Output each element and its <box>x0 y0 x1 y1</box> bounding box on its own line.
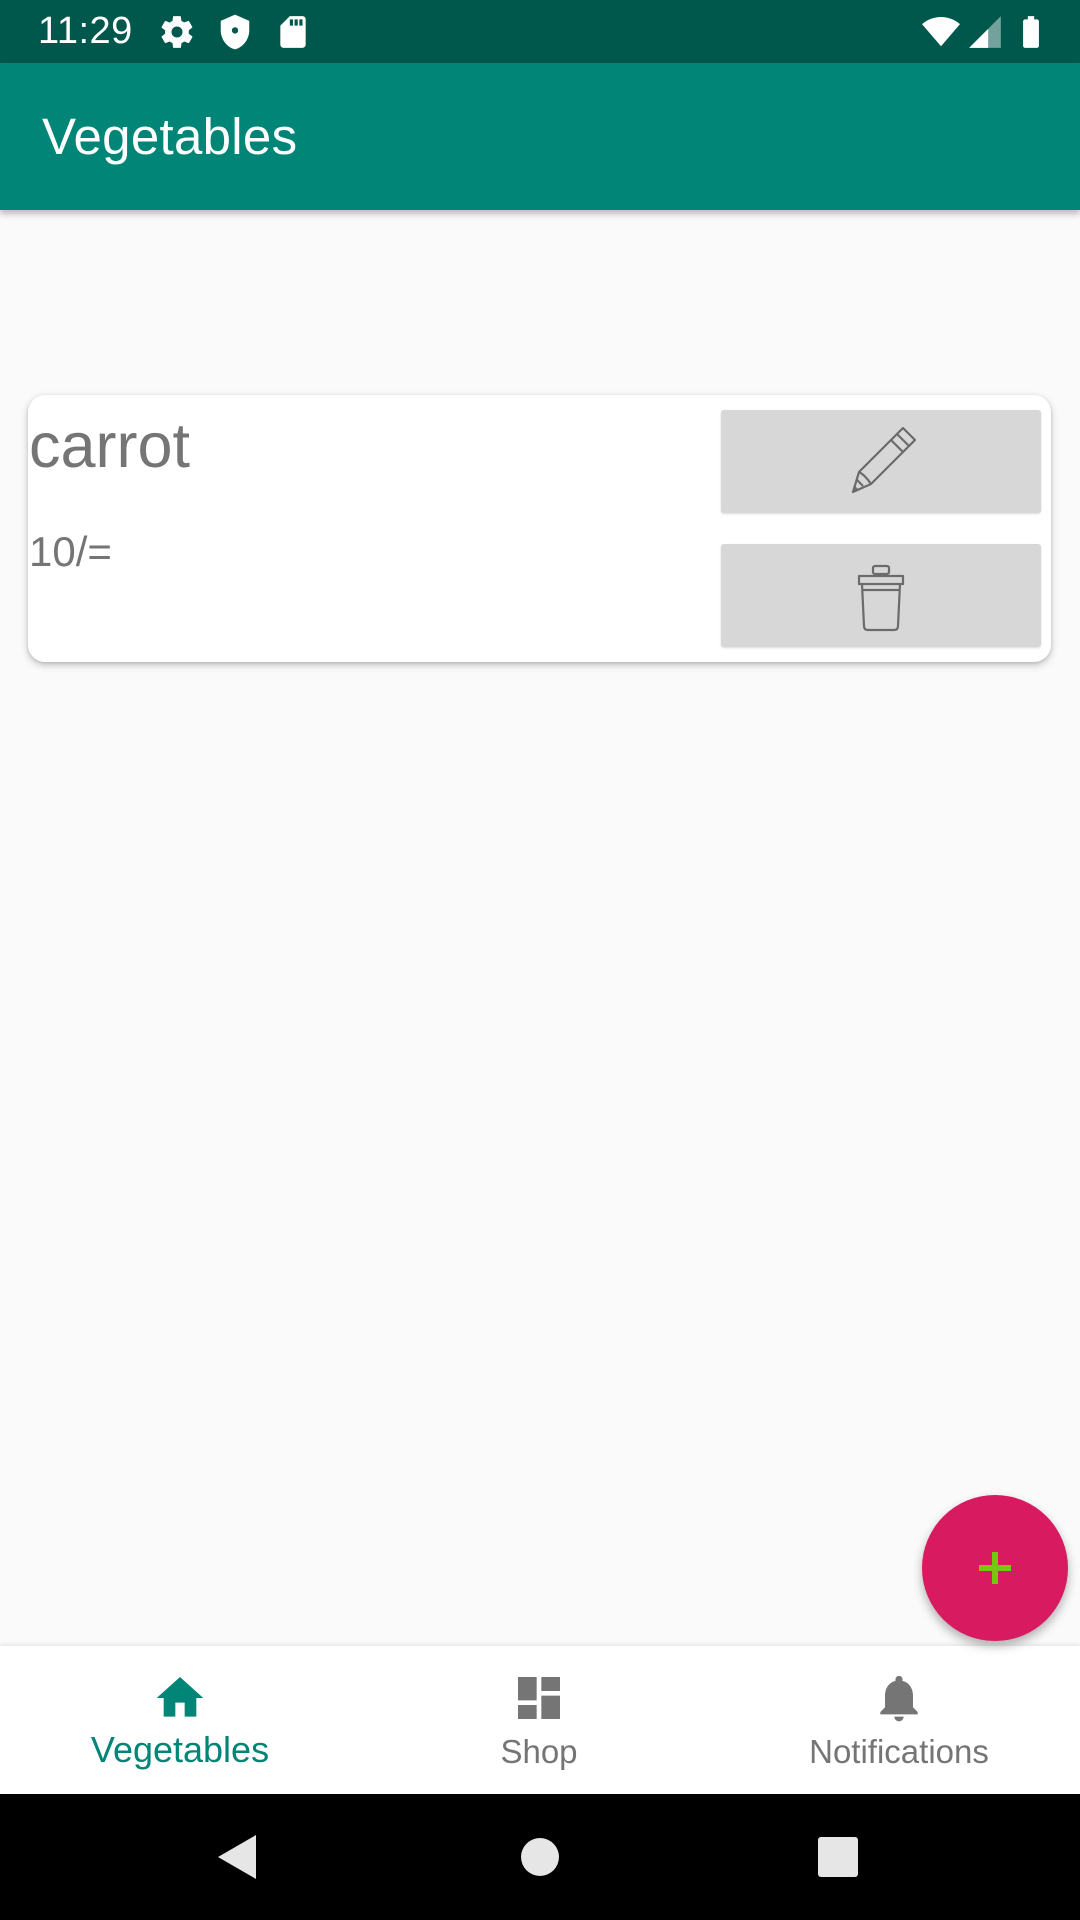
recents-icon[interactable] <box>808 1827 868 1887</box>
screen: 11:29 Vegetables carrot 10/= Vegetables … <box>0 0 1080 1920</box>
status-time: 11:29 <box>38 10 133 52</box>
vegetable-card: carrot 10/= <box>28 395 1051 662</box>
app-bar: Vegetables <box>0 63 1080 210</box>
system-navigation-bar <box>0 1794 1080 1920</box>
item-name: carrot <box>29 411 191 481</box>
plus-icon <box>975 1548 1015 1588</box>
wifi-icon <box>922 13 960 51</box>
nav-item-vegetables[interactable]: Vegetables <box>0 1646 360 1794</box>
signal-icon <box>966 13 1004 51</box>
trash-icon <box>851 556 911 636</box>
add-vegetable-button[interactable] <box>922 1495 1068 1641</box>
home-icon <box>152 1670 208 1726</box>
nav-label-notifications: Notifications <box>809 1733 989 1770</box>
nav-item-shop[interactable]: Shop <box>359 1646 719 1794</box>
bottom-navigation: Vegetables Shop Notifications <box>0 1646 1080 1794</box>
delete-button[interactable] <box>721 544 1041 647</box>
dashboard-icon <box>511 1670 567 1726</box>
edit-button[interactable] <box>721 410 1041 513</box>
pencil-icon <box>841 422 921 502</box>
battery-icon <box>1012 13 1050 51</box>
nav-label-shop: Shop <box>500 1733 578 1770</box>
page-title: Vegetables <box>42 108 298 165</box>
nav-item-notifications[interactable]: Notifications <box>719 1646 1079 1794</box>
nav-label-vegetables: Vegetables <box>90 1729 270 1770</box>
bell-icon <box>871 1670 927 1726</box>
status-bar: 11:29 <box>0 0 1080 63</box>
sd-card-icon <box>274 13 312 51</box>
shield-icon <box>216 13 254 51</box>
back-icon[interactable] <box>208 1827 268 1887</box>
settings-icon <box>158 13 196 51</box>
home-circle-icon[interactable] <box>510 1827 570 1887</box>
item-price: 10/= <box>29 528 112 575</box>
